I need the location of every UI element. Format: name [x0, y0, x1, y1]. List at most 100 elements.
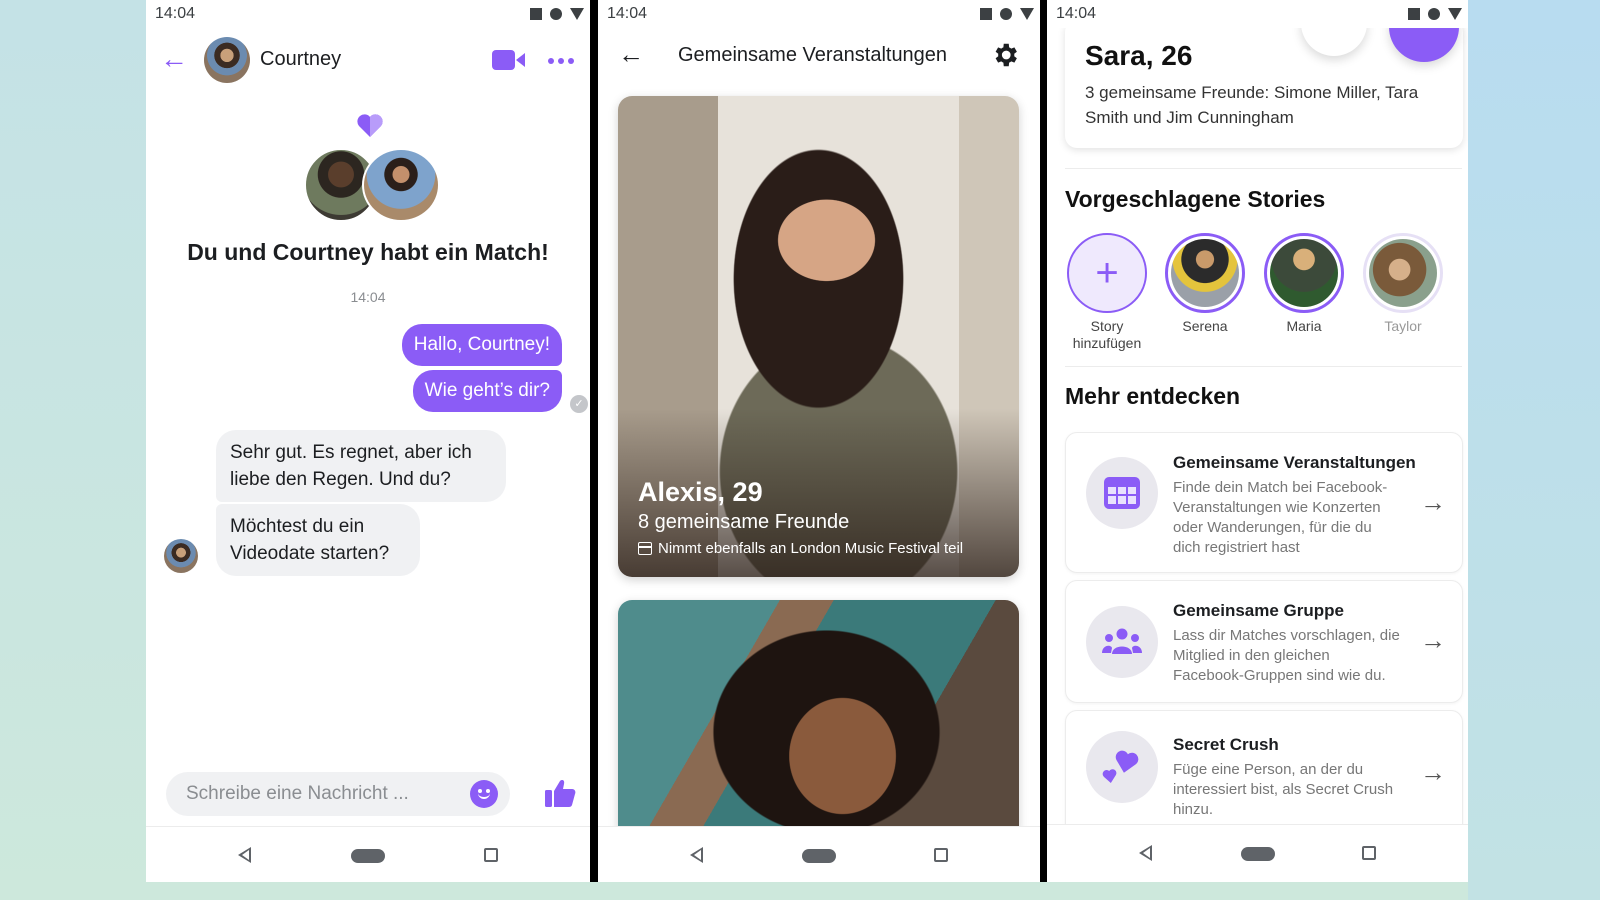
chat-header: ← Courtney: [146, 34, 590, 86]
story-item[interactable]: Maria: [1262, 233, 1346, 335]
status-bar: 14:04: [598, 0, 1040, 28]
nav-back-icon[interactable]: [690, 847, 703, 863]
status-icons: [530, 8, 584, 20]
arrow-right-icon[interactable]: →: [1420, 625, 1446, 656]
contact-name[interactable]: Courtney: [260, 48, 341, 71]
match-avatars: [304, 148, 440, 222]
notification-icon: [530, 8, 542, 20]
story-add[interactable]: + Story hinzufügen: [1065, 233, 1149, 352]
stories-title: Vorgeschlagene Stories: [1065, 186, 1326, 212]
back-arrow-icon[interactable]: ←: [160, 45, 190, 73]
profile-card: Sara, 26 3 gemeinsame Freunde: Simone Mi…: [1065, 0, 1463, 148]
status-icons: [980, 8, 1034, 20]
back-arrow-icon[interactable]: ←: [618, 40, 644, 68]
story-label: Taylor: [1384, 318, 1422, 334]
nav-back-icon[interactable]: [1139, 845, 1152, 861]
stories-row: + Story hinzufügen Serena Maria Taylor: [1065, 233, 1468, 363]
message-in[interactable]: Möchtest du ein Videodate starten?: [216, 504, 420, 576]
feature-title: Gemeinsame Gruppe: [1173, 601, 1345, 620]
feature-card-events[interactable]: Gemeinsame Veranstaltungen Finde dein Ma…: [1065, 432, 1463, 573]
story-avatar: [1369, 239, 1437, 307]
feature-card-groups[interactable]: Gemeinsame Gruppe Lass dir Matches vorsc…: [1065, 580, 1463, 703]
events-header: ← Gemeinsame Veranstaltungen: [598, 34, 1040, 78]
status-bar: 14:04: [1047, 0, 1468, 28]
status-icons: [1408, 8, 1462, 20]
feature-card-secret-crush[interactable]: Secret Crush Füge eine Person, an der du…: [1065, 710, 1463, 840]
wifi-icon: [570, 8, 584, 20]
message-in[interactable]: Sehr gut. Es regnet, aber ich liebe den …: [216, 430, 506, 502]
profile-screen: Sara, 26 3 gemeinsame Freunde: Simone Mi…: [1047, 0, 1468, 882]
story-item[interactable]: Serena: [1163, 233, 1247, 335]
signal-icon: [550, 8, 562, 20]
story-item[interactable]: Taylor: [1361, 233, 1445, 335]
status-bar: 14:04: [146, 0, 590, 28]
divider: [1065, 168, 1462, 169]
android-nav-bar: [598, 826, 1040, 882]
screen-divider: [1040, 0, 1047, 882]
feature-description: Finde dein Match bei Facebook-Veranstalt…: [1173, 479, 1388, 556]
status-time: 14:04: [1056, 5, 1097, 22]
signal-icon: [1428, 8, 1440, 20]
background-right: [1468, 0, 1600, 900]
story-avatar: [1171, 239, 1239, 307]
match-card[interactable]: [618, 600, 1019, 840]
message-out[interactable]: Wie geht’s dir?: [412, 370, 562, 412]
notification-icon: [1408, 8, 1420, 20]
nav-recents-icon[interactable]: [484, 848, 498, 862]
emoji-icon[interactable]: [470, 780, 498, 808]
wifi-icon: [1020, 8, 1034, 20]
arrow-right-icon[interactable]: →: [1420, 757, 1446, 788]
match-card[interactable]: Alexis, 29 8 gemeinsame Freunde Nimmt eb…: [618, 96, 1019, 577]
message-input[interactable]: [186, 772, 466, 816]
message-out[interactable]: Hallo, Courtney!: [401, 324, 562, 366]
card-mutual-friends: 8 gemeinsame Freunde: [638, 511, 850, 533]
heart-icon: [357, 114, 383, 137]
card-event: Nimmt ebenfalls an London Music Festival…: [638, 540, 963, 557]
discover-title: Mehr entdecken: [1065, 383, 1241, 409]
group-icon: [1086, 606, 1158, 678]
status-time: 14:04: [607, 5, 648, 22]
feature-description: Füge eine Person, an der du interessiert…: [1173, 761, 1394, 818]
read-receipt-icon: ✓: [570, 395, 588, 413]
nav-home-icon[interactable]: [1240, 847, 1275, 861]
match-timestamp: 14:04: [350, 289, 386, 305]
chat-screen: 14:04 ← Courtney Du und Courtney habt ei…: [146, 0, 590, 882]
wifi-icon: [1448, 8, 1462, 20]
card-info: Alexis, 29 8 gemeinsame Freunde Nimmt eb…: [638, 475, 963, 557]
contact-avatar[interactable]: [204, 37, 250, 83]
profile-name: Sara, 26: [1085, 40, 1193, 71]
message-composer: [166, 772, 510, 816]
video-call-icon[interactable]: [492, 50, 526, 70]
card-name: Alexis, 29: [638, 477, 763, 507]
feature-title: Secret Crush: [1173, 735, 1279, 754]
calendar-icon: [1086, 457, 1158, 529]
sender-avatar: [164, 539, 198, 573]
nav-back-icon[interactable]: [238, 847, 251, 863]
nav-home-icon[interactable]: [351, 849, 385, 863]
status-time: 14:04: [155, 5, 196, 22]
divider: [1065, 366, 1462, 367]
arrow-right-icon[interactable]: →: [1420, 487, 1446, 518]
events-screen: 14:04 ← Gemeinsame Veranstaltungen Alexi…: [598, 0, 1040, 882]
android-nav-bar: [146, 826, 590, 882]
page-title: Gemeinsame Veranstaltungen: [678, 44, 948, 66]
feature-description: Lass dir Matches vorschlagen, die Mitgli…: [1173, 627, 1400, 684]
screen-divider: [590, 0, 598, 882]
profile-mutual-friends: 3 gemeinsame Freunde: Simone Miller, Tar…: [1085, 83, 1419, 127]
card-event-text: Nimmt ebenfalls an London Music Festival…: [658, 540, 964, 557]
story-label: Maria: [1286, 318, 1322, 334]
more-options-icon[interactable]: [548, 58, 574, 64]
nav-recents-icon[interactable]: [934, 848, 948, 862]
nav-recents-icon[interactable]: [1362, 846, 1376, 860]
plus-icon[interactable]: +: [1067, 233, 1147, 313]
nav-home-icon[interactable]: [802, 849, 836, 863]
calendar-icon: [638, 542, 652, 555]
thumbs-up-icon[interactable]: [544, 778, 576, 808]
notification-icon: [980, 8, 992, 20]
gear-icon[interactable]: [990, 40, 1020, 70]
match-avatar: [362, 148, 440, 222]
android-nav-bar: [1047, 824, 1468, 882]
match-title: Du und Courtney habt ein Match!: [187, 239, 549, 265]
story-label: Serena: [1182, 318, 1228, 334]
story-avatar: [1270, 239, 1338, 307]
